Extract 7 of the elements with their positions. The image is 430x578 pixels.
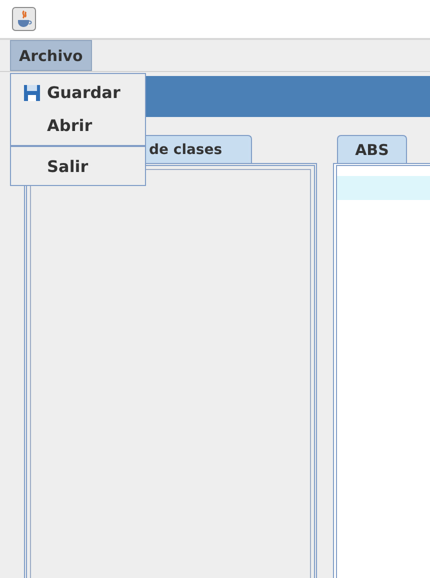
menu[interactable]: Archivo bbox=[10, 40, 92, 71]
tab[interactable]: ABS bbox=[337, 135, 407, 163]
menu-item[interactable]: Guardar bbox=[11, 76, 145, 109]
menu-item[interactable]: Salir bbox=[11, 150, 145, 183]
coffee-cup-icon bbox=[12, 7, 36, 31]
highlighted-row[interactable] bbox=[337, 176, 430, 200]
menu-item[interactable]: Abrir bbox=[11, 109, 145, 142]
